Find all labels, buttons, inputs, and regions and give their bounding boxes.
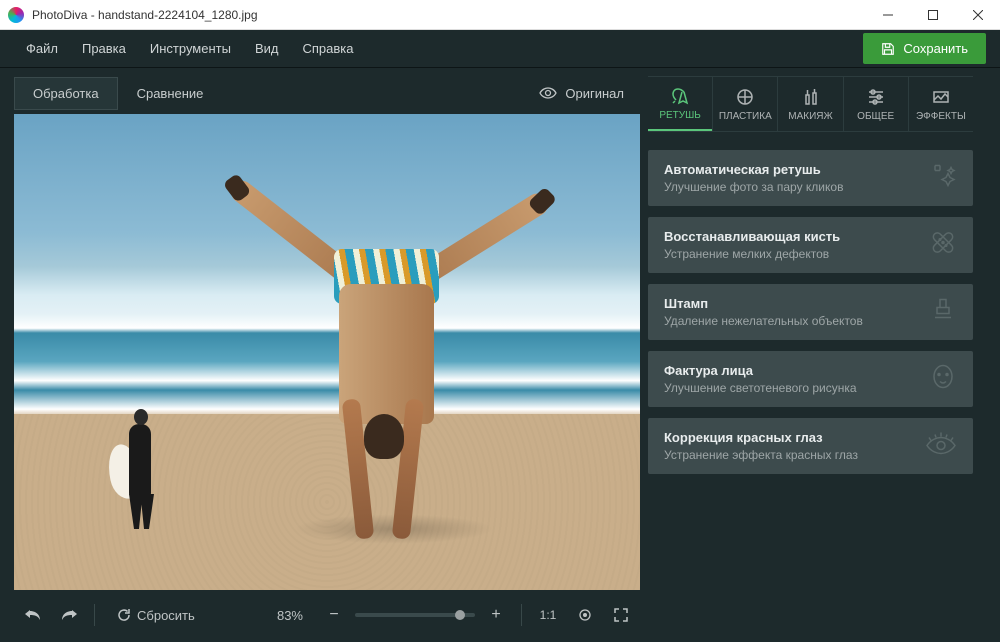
panel-auto-retouch[interactable]: Автоматическая ретушь Улучшение фото за … xyxy=(648,150,973,206)
panel-desc: Удаление нежелательных объектов xyxy=(664,314,957,328)
sparkle-icon xyxy=(927,160,959,197)
view-tabs: Обработка Сравнение Оригинал xyxy=(14,76,640,110)
save-icon xyxy=(881,42,895,56)
panel-red-eye[interactable]: Коррекция красных глаз Устранение эффект… xyxy=(648,418,973,474)
eye-lashes-icon xyxy=(923,428,959,465)
tool-panel-list: Автоматическая ретушь Улучшение фото за … xyxy=(648,150,973,474)
fullscreen-icon xyxy=(614,608,628,622)
menu-file[interactable]: Файл xyxy=(14,35,70,62)
plastic-icon xyxy=(735,87,755,107)
titlebar: PhotoDiva - handstand-2224104_1280.jpg xyxy=(0,0,1000,30)
panel-title: Автоматическая ретушь xyxy=(664,162,957,177)
zoom-thumb[interactable] xyxy=(455,610,465,620)
tab-general[interactable]: ОБЩЕЕ xyxy=(843,77,908,131)
image-handstand-figure xyxy=(294,154,494,590)
eye-icon xyxy=(539,87,557,99)
stamp-icon xyxy=(927,294,959,331)
menubar: Файл Правка Инструменты Вид Справка Сохр… xyxy=(0,30,1000,68)
tab-plastic[interactable]: ПЛАСТИКА xyxy=(712,77,777,131)
tab-retouch[interactable]: РЕТУШЬ xyxy=(648,77,712,131)
original-button[interactable]: Оригинал xyxy=(523,78,640,109)
tab-makeup-label: МАКИЯЖ xyxy=(788,111,832,122)
menu-help[interactable]: Справка xyxy=(290,35,365,62)
image-surfer xyxy=(114,409,174,529)
tab-makeup[interactable]: МАКИЯЖ xyxy=(777,77,842,131)
app-logo-icon xyxy=(8,7,24,23)
panel-desc: Улучшение светотеневого рисунка xyxy=(664,381,957,395)
reset-icon xyxy=(117,608,131,622)
zoom-in-button[interactable]: + xyxy=(481,601,511,629)
close-button[interactable] xyxy=(955,0,1000,30)
redo-icon xyxy=(60,608,78,622)
reset-label: Сбросить xyxy=(137,608,195,623)
fullscreen-button[interactable] xyxy=(606,601,636,629)
undo-button[interactable] xyxy=(18,601,48,629)
menu-view[interactable]: Вид xyxy=(243,35,291,62)
bottom-toolbar: Сбросить 83% − + 1:1 xyxy=(14,596,640,634)
minimize-button[interactable] xyxy=(865,0,910,30)
save-label: Сохранить xyxy=(903,41,968,56)
tab-compare[interactable]: Сравнение xyxy=(118,77,223,110)
menu-tools[interactable]: Инструменты xyxy=(138,35,243,62)
original-label: Оригинал xyxy=(565,86,624,101)
fit-screen-icon xyxy=(578,608,592,622)
right-pane: РЕТУШЬ ПЛАСТИКА МАКИЯЖ ОБЩЕЕ ЭФФЕКТЫ xyxy=(640,68,985,642)
panel-desc: Устранение мелких дефектов xyxy=(664,247,957,261)
app-body: Файл Правка Инструменты Вид Справка Сохр… xyxy=(0,30,1000,642)
window-title: PhotoDiva - handstand-2224104_1280.jpg xyxy=(32,8,865,22)
sliders-icon xyxy=(866,87,886,107)
tab-retouch-label: РЕТУШЬ xyxy=(659,110,701,121)
zoom-slider[interactable] xyxy=(355,613,475,617)
zoom-value: 83% xyxy=(277,608,303,623)
redo-button[interactable] xyxy=(54,601,84,629)
panel-stamp[interactable]: Штамп Удаление нежелательных объектов xyxy=(648,284,973,340)
bandage-icon xyxy=(927,227,959,264)
tab-effects[interactable]: ЭФФЕКТЫ xyxy=(908,77,973,131)
panel-desc: Улучшение фото за пару кликов xyxy=(664,180,957,194)
save-button[interactable]: Сохранить xyxy=(863,33,986,64)
tab-effects-label: ЭФФЕКТЫ xyxy=(916,111,966,122)
reset-button[interactable]: Сбросить xyxy=(105,601,207,629)
panel-title: Восстанавливающая кисть xyxy=(664,229,957,244)
panel-desc: Устранение эффекта красных глаз xyxy=(664,448,957,462)
panel-face-texture[interactable]: Фактура лица Улучшение светотеневого рис… xyxy=(648,351,973,407)
tool-tabs: РЕТУШЬ ПЛАСТИКА МАКИЯЖ ОБЩЕЕ ЭФФЕКТЫ xyxy=(648,76,973,132)
panel-title: Фактура лица xyxy=(664,363,957,378)
content-area: Обработка Сравнение Оригинал xyxy=(0,68,1000,642)
fit-screen-button[interactable] xyxy=(570,601,600,629)
menu-edit[interactable]: Правка xyxy=(70,35,138,62)
makeup-icon xyxy=(801,87,821,107)
tab-plastic-label: ПЛАСТИКА xyxy=(719,111,772,122)
panel-title: Штамп xyxy=(664,296,957,311)
retouch-icon xyxy=(670,86,690,106)
one-to-one-button[interactable]: 1:1 xyxy=(532,601,564,629)
left-pane: Обработка Сравнение Оригинал xyxy=(0,68,640,642)
face-icon xyxy=(927,361,959,398)
panel-title: Коррекция красных глаз xyxy=(664,430,957,445)
image-canvas[interactable] xyxy=(14,114,640,590)
tab-general-label: ОБЩЕЕ xyxy=(857,111,894,122)
maximize-button[interactable] xyxy=(910,0,955,30)
effects-icon xyxy=(931,87,951,107)
panel-healing-brush[interactable]: Восстанавливающая кисть Устранение мелки… xyxy=(648,217,973,273)
zoom-out-button[interactable]: − xyxy=(319,601,349,629)
undo-icon xyxy=(24,608,42,622)
tab-process[interactable]: Обработка xyxy=(14,77,118,110)
